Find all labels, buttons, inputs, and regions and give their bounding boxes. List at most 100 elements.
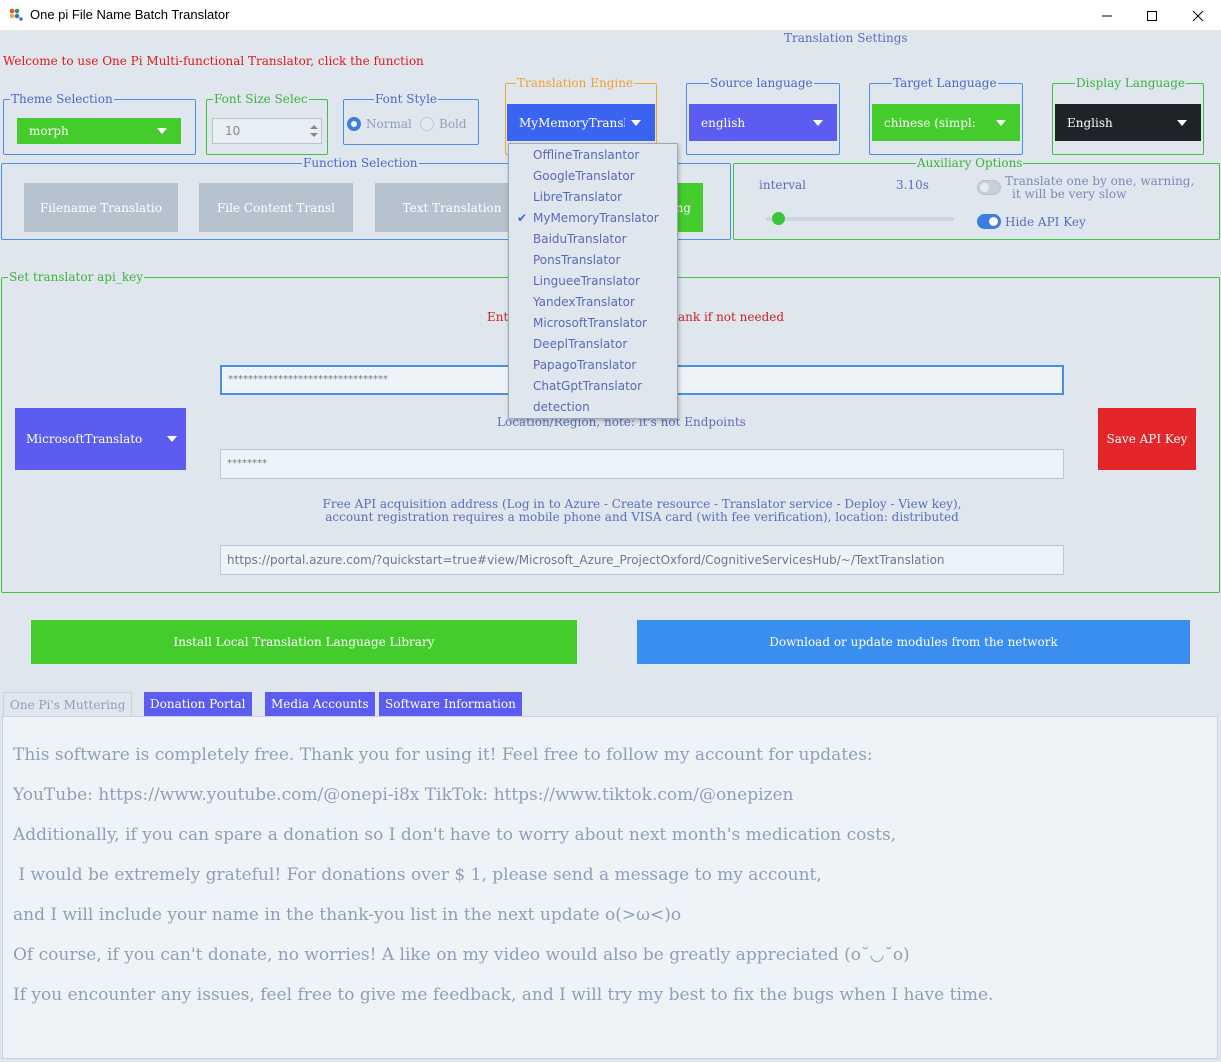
- engine-option[interactable]: ✔ MyMemoryTranslator: [509, 208, 677, 229]
- engine-option-label: detection: [533, 400, 590, 414]
- spin-up-icon[interactable]: [310, 125, 318, 129]
- chevron-down-icon: [631, 119, 641, 126]
- source-lang-legend: Source language: [709, 75, 814, 91]
- text-translation-button[interactable]: Text Translation: [375, 183, 529, 232]
- engine-option-label: PapagoTranslator: [533, 358, 637, 372]
- engine-option[interactable]: OfflineTranslantor: [509, 145, 677, 166]
- file-content-translation-button[interactable]: File Content Transl: [199, 183, 353, 232]
- engine-select[interactable]: MyMemoryTransl: [507, 104, 655, 141]
- engine-option-label: PonsTranslator: [533, 253, 621, 267]
- one-by-one-line2: it will be very slow: [1012, 187, 1127, 201]
- interval-slider[interactable]: [766, 212, 954, 225]
- theme-select[interactable]: morph: [17, 118, 181, 144]
- tab-donation[interactable]: Donation Portal: [144, 692, 252, 716]
- theme-value: morph: [29, 124, 69, 138]
- engine-option-label: DeeplTranslator: [533, 337, 628, 351]
- engine-option-label: MicrosoftTranslator: [533, 316, 647, 330]
- info-line: I would be extremely grateful! For donat…: [13, 865, 822, 885]
- chevron-down-icon: [1177, 119, 1187, 126]
- target-lang-legend: Target Language: [892, 75, 998, 91]
- font-size-spinbox[interactable]: 10: [212, 118, 322, 144]
- tab-muttering[interactable]: One Pi's Muttering: [3, 692, 133, 716]
- theme-legend: Theme Selection: [10, 91, 114, 107]
- engine-option[interactable]: BaiduTranslator: [509, 229, 677, 250]
- app-icon: [9, 8, 23, 22]
- aux-legend: Auxiliary Options: [916, 155, 1024, 171]
- font-style-group: Font Style Normal Bold: [343, 91, 479, 145]
- welcome-text: Welcome to use One Pi Multi-functional T…: [3, 54, 424, 68]
- radio-normal-label: Normal: [366, 117, 412, 131]
- checkmark-icon: ✔: [517, 211, 528, 225]
- radio-bold[interactable]: Bold: [420, 117, 467, 131]
- hide-api-key-label: Hide API Key: [1005, 215, 1086, 229]
- display-lang-select[interactable]: English: [1055, 104, 1201, 141]
- minimize-icon: [1102, 15, 1112, 16]
- apikey-engine-select[interactable]: MicrosoftTranslato: [15, 408, 186, 470]
- slider-handle[interactable]: [771, 212, 785, 225]
- api-url-input[interactable]: https://portal.azure.com/?quickstart=tru…: [220, 545, 1064, 575]
- engine-legend: Translation Engine: [516, 75, 635, 91]
- radio-bold-label: Bold: [439, 117, 467, 131]
- close-button[interactable]: [1175, 0, 1221, 31]
- interval-value: 3.10s: [896, 178, 929, 192]
- one-by-one-toggle[interactable]: [977, 180, 1001, 195]
- download-modules-button[interactable]: Download or update modules from the netw…: [637, 620, 1190, 664]
- apikey-legend: Set translator api_key: [8, 269, 144, 285]
- engine-option[interactable]: GoogleTranslator: [509, 166, 677, 187]
- engine-option-label: OfflineTranslantor: [533, 148, 640, 162]
- info-line: and I will include your name in the than…: [13, 905, 682, 925]
- chevron-down-icon: [813, 119, 823, 126]
- apikey-hint-right: ank if not needed: [678, 310, 785, 324]
- info-panel: This software is completely free. Thank …: [2, 716, 1218, 1059]
- one-by-one-label: Translate one by one, warning, it will b…: [1005, 175, 1194, 201]
- radio-unchecked-icon: [420, 117, 434, 131]
- engine-option-label: ChatGptTranslator: [533, 379, 643, 393]
- interval-label: interval: [759, 178, 806, 192]
- engine-option[interactable]: YandexTranslator: [509, 292, 677, 313]
- save-api-key-button[interactable]: Save API Key: [1098, 408, 1196, 470]
- engine-option[interactable]: MicrosoftTranslator: [509, 313, 677, 334]
- engine-option[interactable]: DeeplTranslator: [509, 334, 677, 355]
- display-lang-value: English: [1067, 115, 1113, 130]
- radio-normal[interactable]: Normal: [347, 117, 412, 131]
- target-lang-select[interactable]: chinese (simpl:: [872, 104, 1020, 141]
- engine-option[interactable]: ChatGptTranslator: [509, 376, 677, 397]
- font-style-legend: Font Style: [374, 91, 439, 107]
- minimize-button[interactable]: [1084, 0, 1130, 31]
- chevron-down-icon: [157, 128, 167, 134]
- source-lang-value: english: [701, 115, 746, 130]
- maximize-icon: [1147, 10, 1157, 21]
- info-line: This software is completely free. Thank …: [13, 745, 873, 765]
- region-input[interactable]: ********: [220, 449, 1064, 479]
- function-legend: Function Selection: [302, 155, 419, 171]
- install-library-button[interactable]: Install Local Translation Language Libra…: [31, 620, 577, 664]
- engine-option[interactable]: LingueeTranslator: [509, 271, 677, 292]
- display-lang-legend: Display Language: [1075, 75, 1187, 91]
- chevron-down-icon: [996, 119, 1006, 126]
- maximize-button[interactable]: [1129, 0, 1175, 31]
- settings-title: Translation Settings: [784, 31, 908, 45]
- engine-option-label: MyMemoryTranslator: [533, 211, 659, 225]
- engine-option[interactable]: PapagoTranslator: [509, 355, 677, 376]
- engine-option[interactable]: PonsTranslator: [509, 250, 677, 271]
- engine-option[interactable]: detection: [509, 397, 677, 418]
- font-size-value: 10: [225, 124, 241, 138]
- source-lang-select[interactable]: english: [689, 104, 837, 141]
- info-line: YouTube: https://www.youtube.com/@onepi-…: [13, 785, 794, 805]
- engine-dropdown: OfflineTranslantor GoogleTranslator LibreT…: [508, 143, 678, 419]
- aux-group: Auxiliary Options interval 3.10s Transla…: [733, 155, 1220, 240]
- source-lang-group: Source language english: [686, 75, 840, 155]
- hide-api-key-toggle[interactable]: [977, 214, 1001, 229]
- engine-option-label: YandexTranslator: [533, 295, 635, 309]
- radio-checked-icon: [347, 117, 361, 131]
- engine-option-label: GoogleTranslator: [533, 169, 635, 183]
- window-title: One pi File Name Batch Translator: [30, 7, 230, 22]
- info-line: Of course, if you can't donate, no worri…: [13, 945, 910, 965]
- filename-translation-button[interactable]: Filename Translatio: [24, 183, 178, 232]
- free-api-line2: account registration requires a mobile p…: [325, 510, 959, 524]
- engine-option[interactable]: LibreTranslator: [509, 187, 677, 208]
- spin-down-icon[interactable]: [310, 133, 318, 137]
- tab-software-info[interactable]: Software Information: [379, 692, 522, 716]
- tab-media[interactable]: Media Accounts: [265, 692, 375, 716]
- theme-group: Theme Selection morph: [3, 91, 196, 155]
